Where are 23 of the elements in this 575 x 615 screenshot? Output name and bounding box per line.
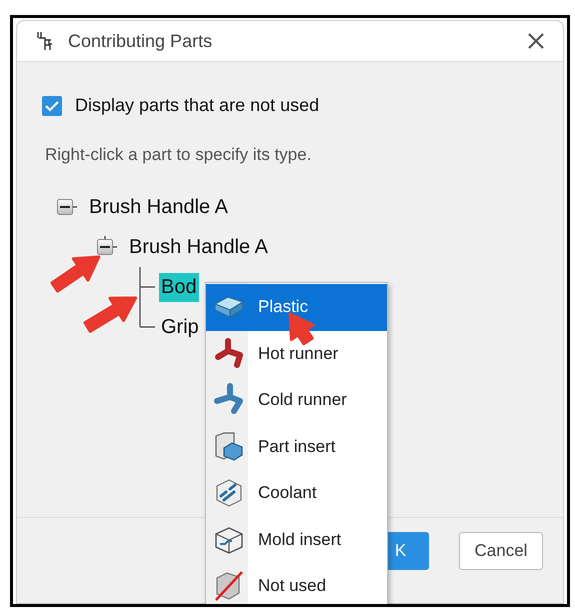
cancel-button[interactable]: Cancel <box>459 532 543 570</box>
checkbox[interactable] <box>42 96 62 116</box>
pipe-icon <box>212 336 246 371</box>
hint-text: Right-click a part to specify its type. <box>45 145 312 165</box>
tree-item[interactable]: Grip <box>159 312 201 342</box>
arrow-icon <box>52 257 100 292</box>
tree-item[interactable]: Bod <box>159 272 199 302</box>
crossed-box-icon <box>212 569 246 604</box>
window-title: Contributing Parts <box>68 30 214 52</box>
menu-item[interactable]: Hot runner <box>206 330 387 377</box>
collapse-icon[interactable] <box>95 236 117 258</box>
menu-item[interactable]: Plastic <box>206 284 387 330</box>
menu-item[interactable]: Coolant <box>206 470 387 516</box>
checkbox-label: Display parts that are not used <box>75 95 320 116</box>
menu-item[interactable]: Cold runner <box>206 377 387 424</box>
collapse-icon[interactable] <box>55 196 77 218</box>
tree-item[interactable]: Brush Handle A <box>87 192 230 222</box>
close-icon[interactable] <box>527 32 545 50</box>
menu-item[interactable]: Part insert <box>206 424 387 470</box>
arrow-icon <box>290 314 314 344</box>
tree-item[interactable]: Brush Handle A <box>127 232 270 262</box>
app-icon <box>36 31 54 51</box>
arrow-icon <box>85 298 136 332</box>
